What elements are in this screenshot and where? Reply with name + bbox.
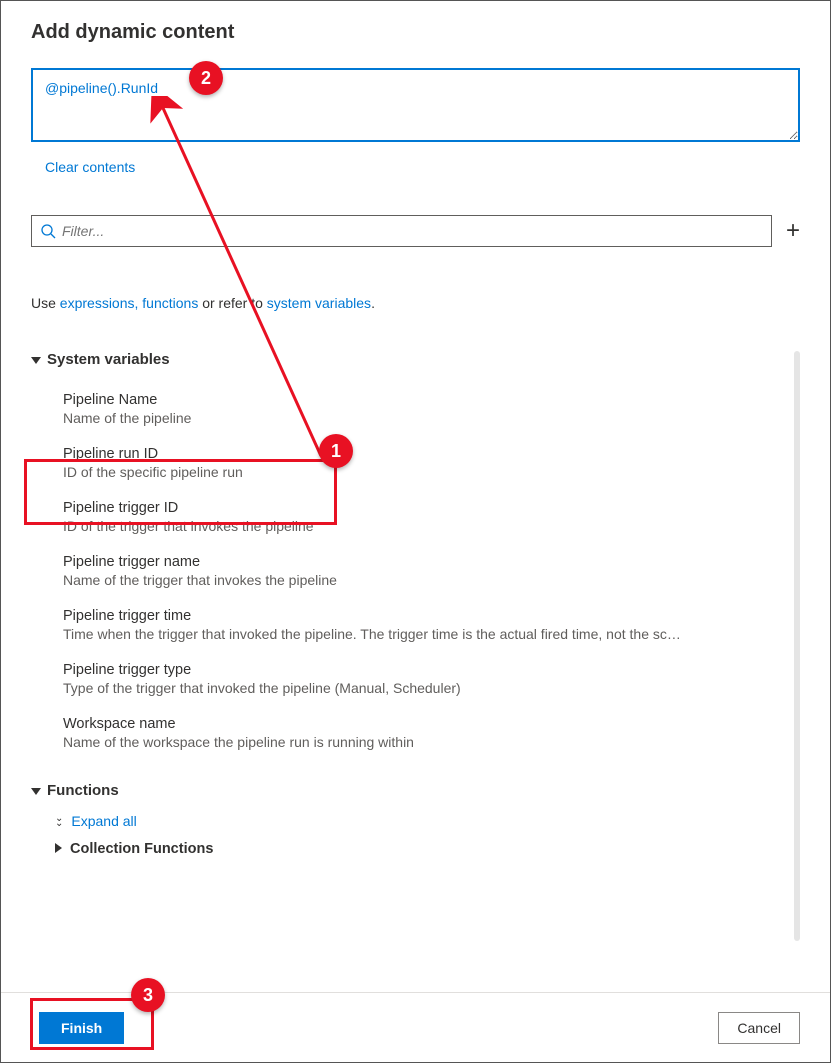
functions-label: Functions <box>47 782 119 799</box>
help-prefix: Use <box>31 295 60 311</box>
expand-all-label: Expand all <box>71 813 136 829</box>
system-variables-label: System variables <box>47 351 170 368</box>
sysvar-desc: Name of the workspace the pipeline run i… <box>63 734 783 750</box>
expand-all-link[interactable]: ⌄⌄ Expand all <box>31 813 800 829</box>
help-mid: or refer to <box>198 295 266 311</box>
sysvar-desc: Type of the trigger that invoked the pip… <box>63 680 783 696</box>
sysvar-pipeline-name[interactable]: Pipeline Name Name of the pipeline <box>31 382 800 436</box>
help-suffix: . <box>371 295 375 311</box>
collection-functions-header[interactable]: Collection Functions <box>31 841 800 857</box>
scrollbar[interactable] <box>794 351 800 941</box>
sysvar-pipeline-trigger-name[interactable]: Pipeline trigger name Name of the trigge… <box>31 544 800 598</box>
sysvar-pipeline-run-id[interactable]: Pipeline run ID ID of the specific pipel… <box>31 436 800 490</box>
cancel-button[interactable]: Cancel <box>718 1012 800 1044</box>
panel-title: Add dynamic content <box>31 21 800 44</box>
sysvar-desc: ID of the specific pipeline run <box>63 464 783 480</box>
sysvar-name: Pipeline trigger type <box>63 662 800 678</box>
collapse-icon <box>31 351 41 368</box>
sysvar-pipeline-trigger-id[interactable]: Pipeline trigger ID ID of the trigger th… <box>31 490 800 544</box>
sysvar-name: Pipeline trigger time <box>63 608 800 624</box>
search-icon <box>40 223 56 239</box>
help-text: Use expressions, functions or refer to s… <box>31 295 800 311</box>
sysvar-desc: Time when the trigger that invoked the p… <box>63 626 783 642</box>
filter-box[interactable] <box>31 215 772 247</box>
collapse-icon <box>31 782 41 799</box>
sysvar-desc: ID of the trigger that invokes the pipel… <box>63 518 783 534</box>
filter-input[interactable] <box>62 223 763 239</box>
sysvar-pipeline-trigger-type[interactable]: Pipeline trigger type Type of the trigge… <box>31 652 800 706</box>
sysvar-name: Pipeline trigger ID <box>63 500 800 516</box>
sysvar-workspace-name[interactable]: Workspace name Name of the workspace the… <box>31 706 800 760</box>
callout-3: 3 <box>131 978 165 1012</box>
sysvar-desc: Name of the trigger that invokes the pip… <box>63 572 783 588</box>
finish-button[interactable]: Finish <box>39 1012 124 1044</box>
system-variables-header[interactable]: System variables <box>31 351 800 368</box>
functions-header[interactable]: Functions <box>31 782 800 799</box>
expression-input[interactable] <box>31 68 800 142</box>
add-icon[interactable]: + <box>786 219 800 243</box>
system-variables-link[interactable]: system variables <box>267 295 371 311</box>
collection-functions-label: Collection Functions <box>70 841 213 857</box>
sysvar-pipeline-trigger-time[interactable]: Pipeline trigger time Time when the trig… <box>31 598 800 652</box>
sysvar-name: Pipeline run ID <box>63 446 800 462</box>
callout-1: 1 <box>319 434 353 468</box>
chevron-double-down-icon: ⌄⌄ <box>55 816 63 826</box>
sysvar-name: Pipeline trigger name <box>63 554 800 570</box>
clear-contents-link[interactable]: Clear contents <box>45 159 135 175</box>
sysvar-name: Pipeline Name <box>63 392 800 408</box>
expressions-functions-link[interactable]: expressions, functions <box>60 295 199 311</box>
sysvar-desc: Name of the pipeline <box>63 410 783 426</box>
callout-2: 2 <box>189 61 223 95</box>
expand-icon <box>55 841 62 857</box>
sysvar-name: Workspace name <box>63 716 800 732</box>
